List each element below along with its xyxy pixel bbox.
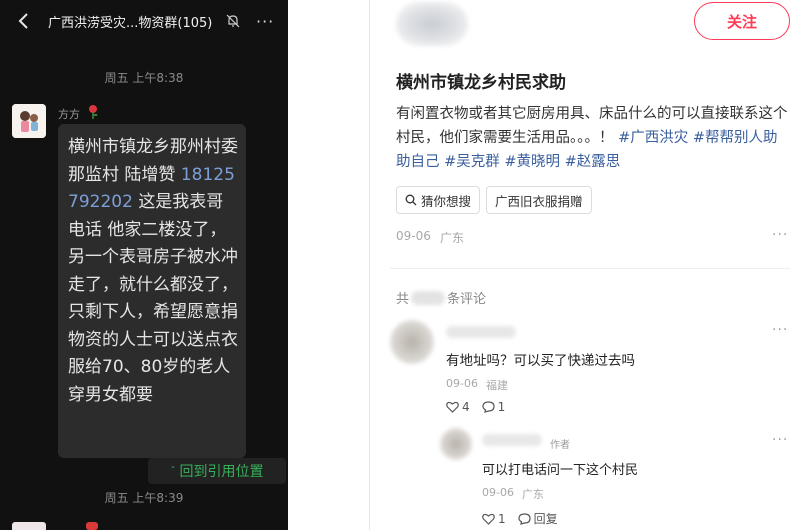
post-location: 广东 [440, 231, 465, 245]
post-body: 有闲置衣物或者其它厨房用具、床品什么的可以直接联系这个村民，他们家需要生活用品。… [396, 102, 788, 174]
message-text-continued: 这是我表哥电话 他家二楼没了，另一个表哥房子被水冲走了，就什么都没了，只剩下人，… [68, 192, 238, 405]
hashtag[interactable]: #吴克群 [444, 154, 500, 170]
back-arrow-icon[interactable] [14, 10, 34, 32]
comments-header: 共 条评论 [396, 288, 486, 307]
like-count: 4 [462, 400, 470, 414]
post-more-icon[interactable]: ··· [772, 227, 788, 243]
rose-icon-partial [86, 522, 98, 530]
reply-name-blurred [482, 434, 542, 446]
rose-icon [89, 105, 98, 119]
sender-name: 方方 [58, 108, 80, 121]
reply-actions: 1 回复 [482, 510, 558, 527]
like-button[interactable]: 4 [446, 400, 470, 414]
avatar[interactable] [12, 104, 46, 138]
search-term-chip[interactable]: 广西旧衣服捐赠 [486, 186, 592, 214]
search-chips: 猜你想搜 广西旧衣服捐赠 [396, 186, 592, 214]
comments-count-blurred [411, 290, 446, 305]
avatar-illustration-icon [12, 104, 46, 138]
message-timestamp-2: 周五 上午8:39 [104, 491, 184, 505]
chip-label: 广西旧衣服捐赠 [495, 193, 583, 209]
mute-bell-icon [226, 14, 240, 28]
commenter-name-blurred [446, 326, 516, 338]
reply-more-icon[interactable]: ··· [772, 432, 788, 448]
reply-count: 1 [497, 400, 506, 414]
back-to-quote-button[interactable]: ˇ 回到引用位置 [148, 458, 286, 484]
like-count: 1 [498, 511, 506, 526]
comments-count-suffix: 条评论 [447, 292, 487, 307]
chat-title: 广西洪涝受灾...物资群(105) [48, 16, 213, 31]
hashtag[interactable]: #黄晓明 [504, 154, 560, 170]
like-button[interactable]: 1 [482, 512, 506, 526]
comments-count-prefix: 共 [396, 292, 410, 307]
more-options-icon[interactable]: ··· [256, 12, 274, 31]
comment-actions: 4 1 [446, 400, 505, 414]
avatar-partial [12, 522, 46, 530]
search-icon [405, 194, 417, 206]
message-bubble: 横州市镇龙乡那州村委那监村 陆增赞 18125792202 这是我表哥电话 他家… [58, 124, 246, 458]
reply-label: 回复 [533, 512, 558, 526]
divider [390, 268, 790, 269]
comment-date: 09-06 [446, 377, 478, 390]
hashtag[interactable]: #广西洪灾 [618, 130, 688, 146]
reply-date: 09-06 [482, 486, 514, 499]
reply-text: 可以打电话问一下这个村民 [482, 463, 639, 478]
post-panel: 关注 横州市镇龙乡村民求助 有闲置衣物或者其它厨房用具、床品什么的可以直接联系这… [370, 0, 800, 530]
reply-button[interactable]: 1 [482, 400, 506, 414]
comment-bubble-icon [482, 401, 495, 413]
commenter-avatar-blurred[interactable] [390, 320, 434, 364]
comment-more-icon[interactable]: ··· [772, 322, 788, 338]
heart-icon [446, 401, 459, 413]
post-date: 09-06 [396, 229, 431, 243]
suggested-search-chip[interactable]: 猜你想搜 [396, 186, 481, 214]
double-chevron-icon: ˇ [170, 465, 176, 477]
post-title: 横州市镇龙乡村民求助 [396, 73, 566, 93]
follow-button[interactable]: 关注 [694, 2, 790, 40]
comment-location: 福建 [486, 379, 508, 392]
reply-location: 广东 [522, 488, 544, 501]
image-gap [288, 0, 370, 530]
hashtag[interactable]: #赵露思 [565, 154, 621, 170]
chip-label: 猜你想搜 [421, 193, 472, 209]
back-to-quote-label: 回到引用位置 [179, 464, 264, 480]
author-avatar-blurred[interactable] [396, 2, 468, 46]
reply-button[interactable]: 回复 [518, 510, 558, 527]
comment-text: 有地址吗？可以买了快递过去吗 [446, 353, 635, 369]
reply-avatar-blurred[interactable] [440, 428, 472, 460]
message-timestamp: 周五 上午8:38 [104, 71, 184, 85]
author-tag: 作者 [550, 440, 570, 451]
chat-panel: 广西洪涝受灾...物资群(105) ··· 周五 上午8:38 方方 横州市镇龙… [0, 0, 288, 530]
heart-icon [482, 513, 495, 525]
comment-bubble-icon [518, 512, 531, 525]
chat-header: 广西洪涝受灾...物资群(105) ··· [0, 0, 288, 44]
